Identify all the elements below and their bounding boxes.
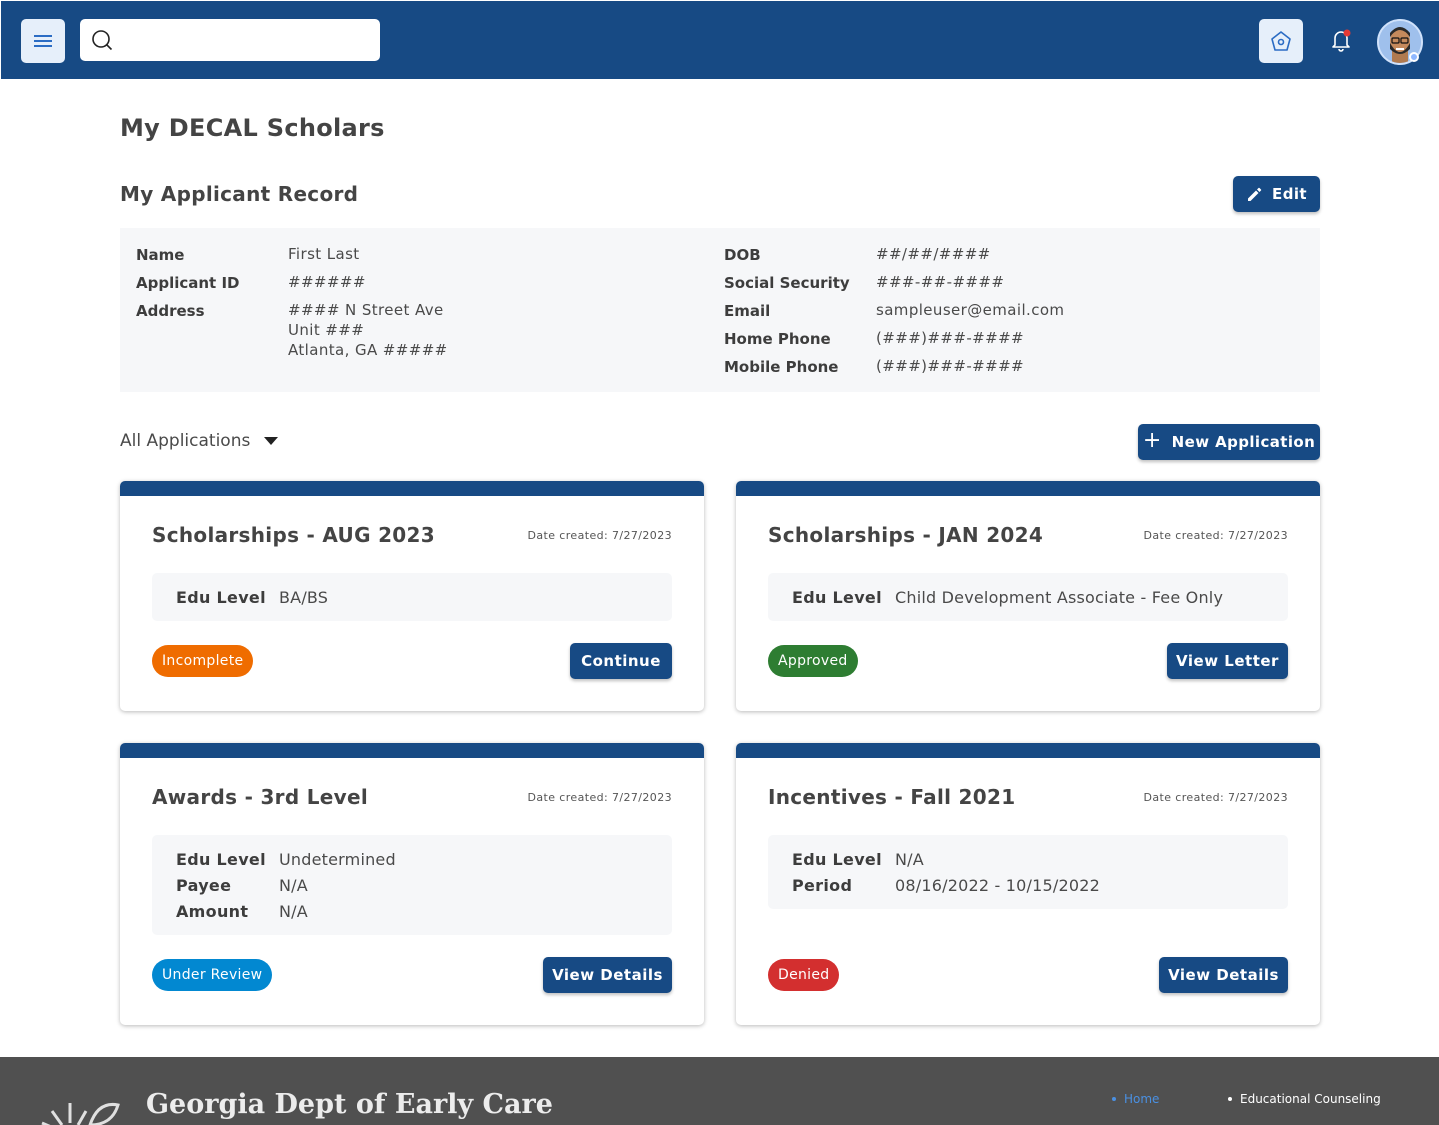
address-line-2: Unit ### — [288, 321, 365, 339]
bullet-icon — [1228, 1097, 1232, 1101]
info-label: Edu Level — [792, 849, 882, 869]
search-icon — [92, 30, 113, 51]
card-info-panel: Edu Level BA/BS — [152, 573, 672, 621]
mobile-phone-value: (###)###-#### — [876, 357, 1025, 375]
address-label: Address — [136, 302, 205, 320]
card-info-panel: Edu Level Child Development Associate - … — [768, 573, 1288, 621]
bullet-icon — [1112, 1097, 1116, 1101]
info-label: Edu Level — [176, 849, 266, 869]
info-value: BA/BS — [279, 587, 329, 607]
email-label: Email — [724, 302, 771, 320]
card-title: Incentives - Fall 2021 — [768, 785, 1016, 809]
card-header-band — [736, 481, 1320, 496]
info-row: Edu Level BA/BS — [176, 584, 648, 610]
card-info-panel: Edu Level N/A Period 08/16/2022 - 10/15/… — [768, 835, 1288, 909]
info-value: N/A — [279, 901, 308, 921]
info-label: Edu Level — [792, 587, 882, 607]
status-badge: Incomplete — [152, 645, 254, 677]
email-value: sampleuser@email.com — [876, 301, 1065, 319]
mobile-phone-label: Mobile Phone — [724, 358, 839, 376]
info-row: Edu Level N/A — [792, 846, 1264, 872]
card-title: Scholarships - JAN 2024 — [768, 523, 1044, 547]
name-label: Name — [136, 246, 185, 264]
top-navigation-bar — [1, 1, 1439, 79]
search-box[interactable] — [80, 19, 380, 61]
notification-bell-icon[interactable] — [1328, 27, 1354, 53]
name-value: First Last — [288, 245, 360, 263]
pencil-icon — [1248, 187, 1262, 201]
section-title: My Applicant Record — [120, 182, 359, 206]
info-label: Period — [792, 875, 853, 895]
home-phone-value: (###)###-#### — [876, 329, 1025, 347]
footer-logo-text: Georgia Dept of Early Care — [146, 1089, 553, 1120]
info-value: Undetermined — [279, 849, 396, 869]
caret-down-icon — [264, 437, 279, 445]
home-icon — [1271, 31, 1291, 51]
social-security-label: Social Security — [724, 274, 850, 292]
info-row: Amount N/A — [176, 898, 648, 924]
filter-label: All Applications — [120, 431, 251, 451]
card-header-band — [736, 743, 1320, 758]
info-row: Payee N/A — [176, 872, 648, 898]
home-phone-label: Home Phone — [724, 330, 831, 348]
footer-link-educational-counseling[interactable]: Educational Counseling — [1228, 1092, 1381, 1106]
new-application-label: New Application — [1171, 433, 1316, 451]
footer: Georgia Dept of Early Care Home Educatio… — [0, 1057, 1439, 1125]
online-status-dot — [1409, 52, 1419, 62]
edit-button[interactable]: Edit — [1233, 176, 1320, 212]
application-card: Awards - 3rd Level Date created: 7/27/20… — [120, 743, 704, 1025]
status-badge: Denied — [768, 959, 840, 991]
card-title: Scholarships - AUG 2023 — [152, 523, 435, 547]
status-badge: Under Review — [152, 959, 273, 991]
info-value: N/A — [895, 849, 924, 869]
hamburger-menu-icon — [34, 35, 52, 47]
social-security-value: ###-##-#### — [876, 273, 1005, 291]
card-header-band — [120, 743, 704, 758]
info-label: Payee — [176, 875, 232, 895]
edit-button-label: Edit — [1272, 185, 1307, 203]
dob-value: ##/##/#### — [876, 245, 991, 263]
footer-link-home[interactable]: Home — [1112, 1092, 1159, 1106]
info-row: Period 08/16/2022 - 10/15/2022 — [792, 872, 1264, 898]
footer-link-label: Home — [1124, 1092, 1160, 1106]
address-line-3: Atlanta, GA ##### — [288, 341, 448, 359]
applicant-id-label: Applicant ID — [136, 274, 240, 292]
info-value: N/A — [279, 875, 308, 895]
view-details-button[interactable]: View Details — [543, 957, 672, 993]
page-title: My DECAL Scholars — [120, 114, 385, 142]
card-date-created: Date created: 7/27/2023 — [1143, 529, 1288, 542]
address-line-1: #### N Street Ave — [288, 301, 444, 319]
applications-filter-dropdown[interactable]: All Applications — [120, 431, 279, 451]
applicant-id-value: ###### — [288, 273, 366, 291]
application-card: Scholarships - JAN 2024 Date created: 7/… — [736, 481, 1320, 711]
application-card: Incentives - Fall 2021 Date created: 7/2… — [736, 743, 1320, 1025]
card-title: Awards - 3rd Level — [152, 785, 368, 809]
card-date-created: Date created: 7/27/2023 — [527, 791, 672, 804]
applicant-record-panel: Name First Last Applicant ID ###### Addr… — [120, 228, 1320, 392]
info-value: Child Development Associate - Fee Only — [895, 587, 1224, 607]
status-badge: Approved — [768, 645, 858, 677]
new-application-button[interactable]: + New Application — [1138, 424, 1320, 460]
home-button[interactable] — [1259, 19, 1303, 63]
view-details-button[interactable]: View Details — [1159, 957, 1288, 993]
info-row: Edu Level Child Development Associate - … — [792, 584, 1264, 610]
info-label: Edu Level — [176, 587, 266, 607]
view-letter-button[interactable]: View Letter — [1167, 643, 1288, 679]
plus-icon: + — [1142, 428, 1162, 453]
menu-button[interactable] — [21, 19, 65, 63]
card-info-panel: Edu Level Undetermined Payee N/A Amount … — [152, 835, 672, 935]
decal-logo-icon — [41, 1102, 120, 1125]
continue-button[interactable]: Continue — [570, 643, 672, 679]
info-label: Amount — [176, 901, 249, 921]
info-value: 08/16/2022 - 10/15/2022 — [895, 875, 1100, 895]
dob-label: DOB — [724, 246, 761, 264]
card-date-created: Date created: 7/27/2023 — [527, 529, 672, 542]
application-card: Scholarships - AUG 2023 Date created: 7/… — [120, 481, 704, 711]
card-header-band — [120, 481, 704, 496]
footer-link-label: Educational Counseling — [1240, 1092, 1381, 1106]
card-date-created: Date created: 7/27/2023 — [1143, 791, 1288, 804]
info-row: Edu Level Undetermined — [176, 846, 648, 872]
